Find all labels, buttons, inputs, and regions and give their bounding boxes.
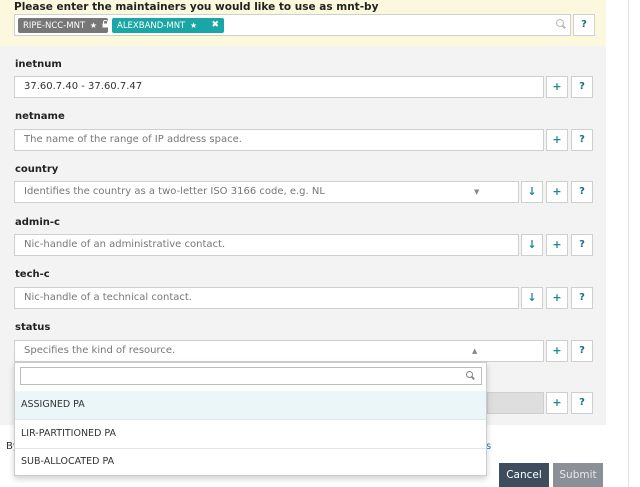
dropdown-option-lir-partitioned-pa[interactable]: LIR-PARTITIONED PA [15, 420, 486, 448]
maintainers-section: Please enter the maintainers you would l… [0, 0, 606, 46]
dropdown-search-input[interactable] [20, 367, 482, 385]
scrollbar-divider [628, 0, 629, 487]
chevron-up-icon: ▲ [472, 347, 478, 355]
netname-field[interactable]: The name of the range of IP address spac… [14, 129, 544, 151]
inetnum-label: inetnum [15, 59, 62, 70]
admin-c-field[interactable]: Nic-handle of an administrative contact. [14, 234, 519, 256]
inetnum-field[interactable]: 37.60.7.40 - 37.60.7.47 [14, 76, 544, 98]
status-select[interactable]: Specifies the kind of resource. ▲ [14, 340, 544, 362]
country-select[interactable]: Identifies the country as a two-letter I… [14, 181, 519, 203]
submit-button[interactable]: Submit [553, 463, 603, 487]
inetnum-add-button[interactable]: + [546, 76, 568, 98]
admin-c-help-button[interactable]: ? [571, 234, 593, 256]
maintainers-title: Please enter the maintainers you would l… [14, 1, 379, 13]
inetnum-help-button[interactable]: ? [571, 76, 593, 98]
country-placeholder: Identifies the country as a two-letter I… [24, 186, 325, 197]
status-label: status [15, 322, 51, 333]
tech-c-label: tech-c [15, 269, 50, 280]
status-placeholder: Specifies the kind of resource. [24, 345, 176, 356]
search-icon [466, 371, 476, 381]
search-icon [556, 19, 566, 29]
netname-help-button[interactable]: ? [571, 129, 593, 151]
netname-add-button[interactable]: + [546, 129, 568, 151]
tech-c-add-button[interactable]: + [546, 287, 568, 309]
status-add-button[interactable]: + [546, 340, 568, 362]
remove-tag-icon[interactable]: ✖ [211, 18, 219, 33]
admin-c-label: admin-c [15, 217, 60, 228]
star-icon: ★ [189, 21, 198, 30]
status-help-button[interactable]: ? [571, 340, 593, 362]
country-lookup-button[interactable]: ↓ [521, 181, 543, 203]
maintainer-tag-ripe[interactable]: RIPE-NCC-MNT ★ [18, 18, 109, 33]
dropdown-option-sub-allocated-pa[interactable]: SUB-ALLOCATED PA [15, 448, 486, 476]
country-help-button[interactable]: ? [571, 181, 593, 203]
maintainers-input[interactable]: RIPE-NCC-MNT ★ ALEXBAND-MNT ★ ✖ [14, 14, 571, 36]
maintainers-help-button[interactable]: ? [573, 14, 595, 36]
maintainer-tag-label: ALEXBAND-MNT [117, 21, 186, 31]
status-dropdown: ASSIGNED PA LIR-PARTITIONED PA SUB-ALLOC… [14, 362, 487, 476]
next-field-input[interactable] [487, 392, 544, 414]
next-field-help-button[interactable]: ? [571, 392, 593, 414]
next-field-add-button[interactable]: + [546, 392, 568, 414]
lock-icon [102, 19, 109, 30]
star-icon: ★ [89, 21, 98, 30]
chevron-down-icon: ▼ [474, 188, 480, 196]
cancel-button[interactable]: Cancel [499, 463, 549, 487]
tech-c-lookup-button[interactable]: ↓ [521, 287, 543, 309]
admin-c-add-button[interactable]: + [546, 234, 568, 256]
maintainer-tag-alexband[interactable]: ALEXBAND-MNT ★ ✖ [112, 18, 224, 33]
netname-label: netname [15, 111, 65, 122]
tech-c-field[interactable]: Nic-handle of a technical contact. [14, 287, 519, 309]
maintainer-tag-label: RIPE-NCC-MNT [23, 21, 86, 31]
dropdown-option-assigned-pa[interactable]: ASSIGNED PA [15, 391, 486, 419]
country-add-button[interactable]: + [546, 181, 568, 203]
admin-c-lookup-button[interactable]: ↓ [521, 234, 543, 256]
page-scrollbar-track[interactable] [606, 0, 640, 487]
country-label: country [15, 164, 59, 175]
tech-c-help-button[interactable]: ? [571, 287, 593, 309]
